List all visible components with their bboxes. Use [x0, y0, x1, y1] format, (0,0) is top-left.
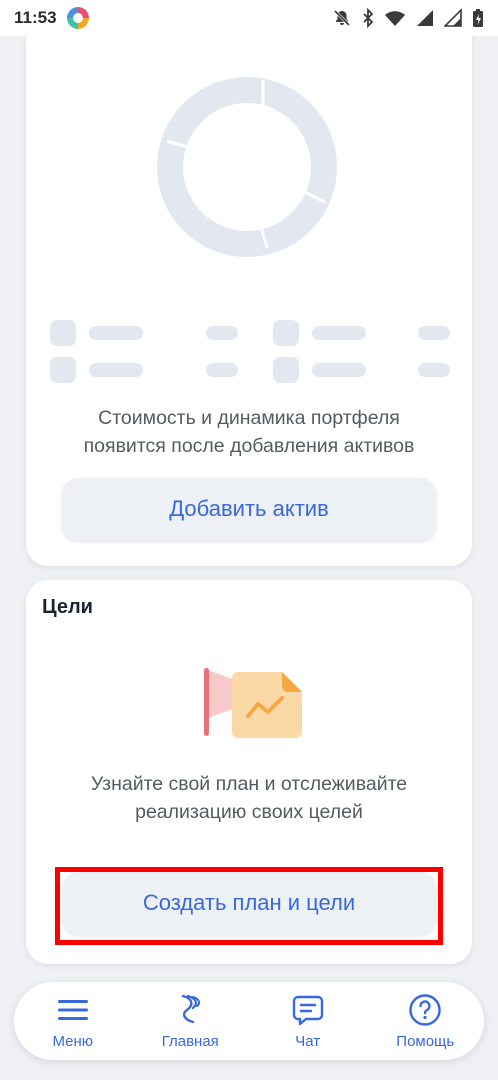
- bluetooth-icon: [363, 8, 374, 28]
- legend-skeleton-marker: [50, 320, 76, 346]
- status-time: 11:53: [14, 8, 57, 27]
- nav-item-menu[interactable]: Меню: [23, 986, 123, 1056]
- nav-label-menu: Меню: [52, 1032, 94, 1050]
- chat-icon: [292, 993, 324, 1027]
- legend-skeleton-bar: [89, 363, 143, 377]
- legend-skeleton-bar: [312, 363, 366, 377]
- mute-icon: [333, 9, 351, 27]
- legend-skeleton-value: [206, 363, 238, 377]
- portfolio-card: Стоимость и динамика портфеля появится п…: [26, 36, 472, 566]
- nav-label-chat: Чат: [295, 1032, 321, 1050]
- goals-title: Цели: [42, 596, 93, 618]
- legend-skeleton-marker: [50, 357, 76, 383]
- help-icon: [408, 993, 442, 1027]
- nav-item-help[interactable]: Помощь: [375, 986, 475, 1056]
- portfolio-empty-text: Стоимость и динамика портфеля появится п…: [83, 407, 415, 457]
- app-logo-icon: [66, 7, 89, 29]
- main-content[interactable]: Стоимость и динамика портфеля появится п…: [0, 36, 498, 980]
- home-logo-icon: [175, 993, 205, 1027]
- portfolio-chart-placeholder: [157, 77, 337, 257]
- wifi-icon: [385, 11, 405, 26]
- battery-icon: [473, 9, 483, 27]
- legend-skeleton-bar: [312, 326, 366, 340]
- legend-skeleton-value: [206, 326, 238, 340]
- signal-icon: [417, 10, 433, 26]
- legend-skeleton-bar: [89, 326, 143, 340]
- nav-label-home: Главная: [161, 1032, 219, 1050]
- status-bar: 11:53: [0, 0, 498, 36]
- goals-flag-document-illustration: [204, 668, 302, 738]
- goals-description: Узнайте свой план и отслеживайте реализа…: [90, 773, 408, 823]
- bottom-navigation: Меню Главная Чат Помощь: [14, 982, 484, 1060]
- create-plan-button[interactable]: Создать план и цели: [62, 872, 436, 934]
- menu-icon: [56, 993, 90, 1027]
- legend-skeleton-value: [418, 326, 450, 340]
- add-asset-button[interactable]: Добавить актив: [62, 478, 436, 540]
- status-icons: [332, 8, 484, 28]
- nav-item-home[interactable]: Главная: [140, 986, 240, 1056]
- legend-skeleton-marker: [273, 320, 299, 346]
- legend-skeleton-marker: [273, 357, 299, 383]
- goals-card: Цели Узнайте свой план и отслеживайте ре…: [26, 580, 472, 964]
- nav-label-help: Помощь: [396, 1032, 455, 1050]
- legend-skeleton-value: [418, 363, 450, 377]
- nav-item-chat[interactable]: Чат: [258, 986, 358, 1056]
- signal-icon-2: [444, 8, 462, 27]
